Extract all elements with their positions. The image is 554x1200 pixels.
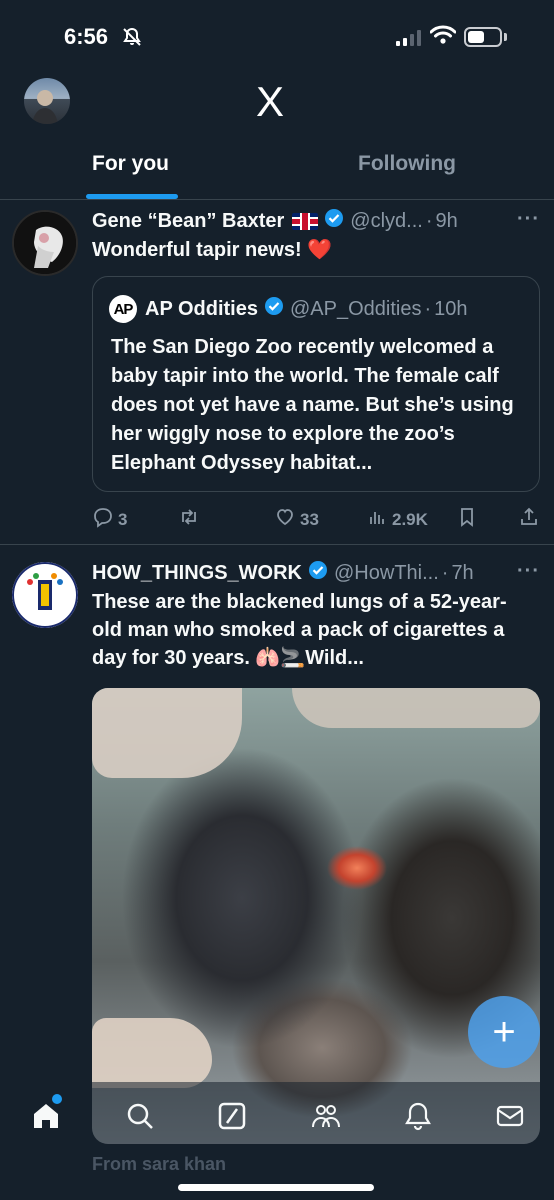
tweet-time[interactable]: 9h [436, 210, 458, 233]
verified-icon [264, 296, 284, 322]
quote-header: AP AP Oddities @AP_Oddities · 10h [109, 295, 468, 323]
author-name[interactable]: HOW_THINGS_WORK [92, 562, 302, 585]
avatar[interactable] [12, 562, 78, 628]
reply-button[interactable]: 3 [92, 506, 127, 533]
tweet-2[interactable]: HOW_THINGS_WORK @HowThi... · 7h ··· Thes… [0, 544, 554, 1154]
tab-following[interactable]: Following [358, 152, 456, 176]
views-button[interactable]: 2.9K [366, 506, 428, 533]
views-count: 2.9K [392, 509, 428, 529]
nav-home[interactable] [26, 1098, 66, 1138]
tweet-text: These are the blackened lungs of a 52-ye… [92, 591, 507, 669]
media-glove-detail [92, 1018, 212, 1088]
reply-count: 3 [118, 509, 128, 529]
wifi-icon [429, 25, 457, 50]
share-button[interactable] [518, 506, 540, 533]
notifications-icon [403, 1101, 433, 1136]
repost-button[interactable] [178, 506, 204, 533]
timeline-tabs: For you Following [0, 140, 554, 200]
quote-text: The San Diego Zoo recently welcomed a ba… [111, 336, 514, 474]
messages-icon [495, 1101, 525, 1136]
repost-icon [178, 506, 200, 533]
bookmark-icon [456, 506, 478, 533]
like-icon [274, 506, 296, 533]
quote-tweet[interactable]: AP AP Oddities @AP_Oddities · 10h The Sa… [92, 276, 540, 492]
quote-author-handle: @AP_Oddities [290, 297, 422, 320]
battery-cap [504, 33, 507, 41]
signal-icon [396, 30, 421, 46]
author-handle[interactable]: @HowThi... [334, 562, 439, 585]
search-icon [125, 1101, 155, 1136]
next-item-attribution: From sara khan [92, 1154, 227, 1174]
tweet-text: Wonderful tapir news! ❤️ [92, 239, 333, 261]
home-indicator [178, 1184, 374, 1191]
like-button[interactable]: 33 [274, 506, 319, 533]
home-icon [30, 1100, 62, 1137]
share-icon [518, 506, 540, 533]
avatar[interactable] [12, 210, 78, 276]
communities-icon [310, 1101, 342, 1136]
status-bar: 6:56 [0, 0, 554, 72]
more-icon[interactable]: ··· [517, 208, 540, 231]
ap-logo: AP [109, 295, 137, 323]
nav-communities[interactable] [306, 1098, 346, 1138]
tweet-1[interactable]: Gene “Bean” Baxter @clyd... · 9h ··· Won… [0, 200, 554, 544]
nav-messages[interactable] [490, 1098, 530, 1138]
views-icon [366, 506, 388, 533]
grok-icon [217, 1101, 247, 1136]
author-name[interactable]: Gene “Bean” Baxter [92, 210, 284, 233]
compose-icon: + [492, 1009, 516, 1054]
uk-flag-icon [292, 212, 319, 230]
compose-button[interactable]: + [468, 996, 540, 1068]
active-tab-indicator [86, 194, 178, 199]
nav-notifications[interactable] [398, 1098, 438, 1138]
reply-icon [92, 506, 114, 533]
separator-dot: · [441, 561, 449, 584]
quote-time: 10h [434, 297, 468, 320]
tweet-time[interactable]: 7h [451, 562, 473, 585]
tweet-media-video[interactable] [92, 688, 540, 1144]
tweet-actions: 3 33 2.9K [92, 506, 542, 534]
nav-search[interactable] [120, 1098, 160, 1138]
author-handle[interactable]: @clyd... [350, 210, 423, 233]
separator-dot: · [424, 297, 432, 320]
media-glove-detail [292, 688, 540, 728]
like-count: 33 [300, 509, 319, 529]
tweet-header: Gene “Bean” Baxter @clyd... · 9h [92, 206, 458, 236]
verified-icon [308, 560, 328, 586]
x-logo: X [256, 78, 285, 125]
bottom-nav [0, 1082, 554, 1156]
tweet-header: HOW_THINGS_WORK @HowThi... · 7h [92, 558, 474, 588]
quote-author-name: AP Oddities [145, 297, 258, 320]
more-icon[interactable]: ··· [517, 560, 540, 583]
profile-avatar[interactable] [24, 78, 70, 124]
nav-grok[interactable] [212, 1098, 252, 1138]
tab-for-you[interactable]: For you [92, 152, 169, 176]
media-glove-detail [92, 688, 242, 778]
bell-slash-icon [122, 27, 142, 52]
separator-dot: · [425, 209, 433, 232]
bookmark-button[interactable] [456, 506, 478, 533]
battery-icon [464, 27, 502, 47]
home-notification-dot [52, 1094, 62, 1104]
verified-icon [324, 208, 344, 234]
status-time: 6:56 [64, 24, 109, 49]
